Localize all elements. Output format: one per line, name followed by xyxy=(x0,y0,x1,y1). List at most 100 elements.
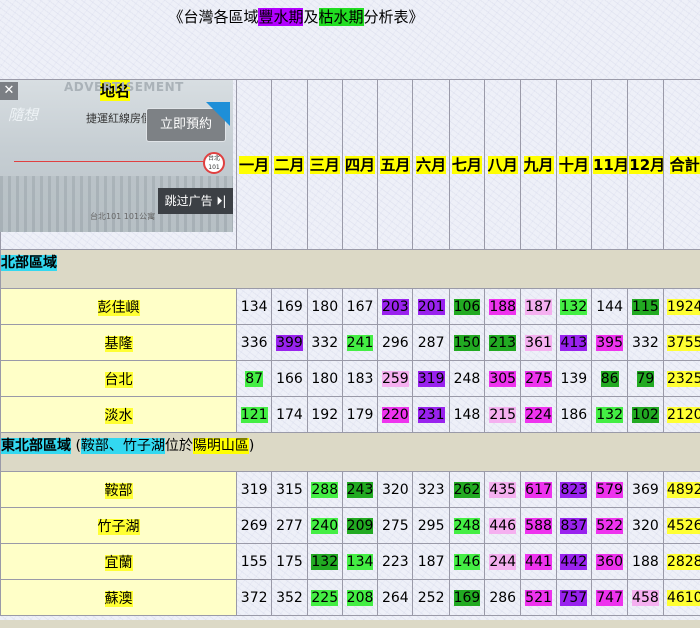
close-icon[interactable]: ✕ xyxy=(0,82,18,100)
rainfall-value-cell: 134 xyxy=(235,288,273,325)
station-name: 宜蘭 xyxy=(104,554,133,571)
rainfall-value-cell: 277 xyxy=(271,507,308,544)
rainfall-value-cell: 175 xyxy=(271,543,308,580)
rainfall-value-cell: 169 xyxy=(271,288,308,325)
rainfall-value-cell: 241 xyxy=(341,324,379,361)
rainfall-value-cell: 372 xyxy=(235,579,273,616)
table-row: 鞍部 319 315 288 243 320 323 262 435 617 823 579 369 48… xyxy=(0,471,700,508)
ad-101-badge: 台北 101 xyxy=(203,152,225,174)
rainfall-value-cell: 188 xyxy=(484,288,522,325)
rainfall-value-cell: 295 xyxy=(412,507,450,544)
rainfall-value-cell: 332 xyxy=(306,324,343,361)
table-row: 蘇澳 372 352 225 208 264 252 169 286 521 757 747 458 46… xyxy=(0,579,700,616)
rainfall-value-cell: 264 xyxy=(377,579,414,616)
rainfall-value-cell: 169 xyxy=(448,579,486,616)
rainfall-value-cell: 332 xyxy=(627,324,664,361)
table-row: 台北 87 166 180 183 259 319 248 305 275 139 86 79 2325 xyxy=(0,360,700,397)
month-header: 二月 xyxy=(271,79,308,250)
rainfall-value-cell: 296 xyxy=(377,324,414,361)
station-name: 彭佳嶼 xyxy=(97,299,140,316)
rainfall-value-cell: 413 xyxy=(555,324,592,361)
rainfall-value-cell: 106 xyxy=(448,288,486,325)
total-cell: 4892 xyxy=(662,471,700,508)
rainfall-value-cell: 248 xyxy=(448,360,486,397)
rainfall-value-cell: 823 xyxy=(555,471,592,508)
station-name: 淡水 xyxy=(104,407,133,424)
rainfall-value-cell: 248 xyxy=(448,507,486,544)
rainfall-value-cell: 244 xyxy=(484,543,522,580)
rainfall-value-cell: 336 xyxy=(235,324,273,361)
station-name: 台北 xyxy=(104,371,133,388)
rainfall-value-cell: 174 xyxy=(271,396,308,433)
rainfall-value-cell: 240 xyxy=(306,507,343,544)
rainfall-value-cell: 522 xyxy=(590,507,629,544)
station-name: 竹子湖 xyxy=(97,518,140,535)
rainfall-value-cell: 446 xyxy=(484,507,522,544)
month-header: 六月 xyxy=(412,79,450,250)
station-name: 蘇澳 xyxy=(104,590,133,607)
rainfall-value-cell: 275 xyxy=(520,360,557,397)
rainfall-value-cell: 86 xyxy=(590,360,629,397)
station-cell: 彭佳嶼 xyxy=(0,288,237,325)
rainfall-value-cell: 187 xyxy=(520,288,557,325)
ad-tagline: 捷運紅線房價 xyxy=(86,112,152,125)
rainfall-value-cell: 262 xyxy=(448,471,486,508)
month-header: 四月 xyxy=(341,79,379,250)
station-cell: 基隆 xyxy=(0,324,237,361)
total-cell: 3755 xyxy=(662,324,700,361)
rainfall-value-cell: 319 xyxy=(235,471,273,508)
month-header: 九月 xyxy=(520,79,557,250)
region-row: 北部區域 xyxy=(0,249,700,289)
rainfall-value-cell: 259 xyxy=(377,360,414,397)
rainfall-value-cell: 395 xyxy=(590,324,629,361)
total-cell: 2828 xyxy=(662,543,700,580)
rainfall-value-cell: 579 xyxy=(590,471,629,508)
dry-season-label: 枯水期 xyxy=(318,8,364,26)
advertisement-overlay[interactable]: 地名 ADVERTISEMENT ✕ 隨想 捷運紅線房價 立即預約 台北 101… xyxy=(0,80,233,232)
station-cell: 宜蘭 xyxy=(0,543,237,580)
wet-season-label: 豐水期 xyxy=(258,8,304,26)
rainfall-value-cell: 224 xyxy=(520,396,557,433)
total-cell: 4526 xyxy=(662,507,700,544)
region-name: 東北部區域 xyxy=(1,438,71,454)
station-cell: 台北 xyxy=(0,360,237,397)
month-header: 十月 xyxy=(555,79,592,250)
rainfall-value-cell: 188 xyxy=(627,543,664,580)
skip-ad-button[interactable]: 跳过广告 ⏵| xyxy=(158,188,233,214)
rainfall-value-cell: 209 xyxy=(341,507,379,544)
rainfall-value-cell: 352 xyxy=(271,579,308,616)
total-cell: 2325 xyxy=(662,360,700,397)
rainfall-value-cell: 186 xyxy=(555,396,592,433)
rainfall-value-cell: 132 xyxy=(306,543,343,580)
rainfall-value-cell: 837 xyxy=(555,507,592,544)
total-header: 合計 xyxy=(662,79,700,250)
region-header: 北部區域 xyxy=(0,249,700,289)
rainfall-value-cell: 148 xyxy=(448,396,486,433)
region-row: 東北部區域 (鞍部、竹子湖位於陽明山區) xyxy=(0,432,700,472)
station-name: 鞍部 xyxy=(104,482,133,499)
rainfall-value-cell: 288 xyxy=(306,471,343,508)
month-header: 一月 xyxy=(235,79,273,250)
station-name: 基隆 xyxy=(104,335,133,352)
month-header: 12月 xyxy=(627,79,664,250)
rainfall-value-cell: 180 xyxy=(306,360,343,397)
rainfall-value-cell: 369 xyxy=(627,471,664,508)
rainfall-value-cell: 757 xyxy=(555,579,592,616)
rainfall-value-cell: 132 xyxy=(555,288,592,325)
ad-label: ADVERTISEMENT xyxy=(64,80,184,94)
month-header: 七月 xyxy=(448,79,486,250)
next-region-row-partial xyxy=(0,620,700,628)
rainfall-value-cell: 208 xyxy=(341,579,379,616)
total-cell: 4610 xyxy=(662,579,700,616)
ad-footer-text: 台北101 101公寓 xyxy=(90,212,156,221)
rainfall-value-cell: 220 xyxy=(377,396,414,433)
rainfall-value-cell: 441 xyxy=(520,543,557,580)
rainfall-value-cell: 360 xyxy=(590,543,629,580)
rainfall-value-cell: 223 xyxy=(377,543,414,580)
rainfall-value-cell: 183 xyxy=(341,360,379,397)
table-row: 基隆 336 399 332 241 296 287 150 213 361 413 395 332 37… xyxy=(0,324,700,361)
table-row: 彭佳嶼 134 169 180 167 203 201 106 188 187 132 144 115 1… xyxy=(0,288,700,325)
rainfall-value-cell: 146 xyxy=(448,543,486,580)
rainfall-value-cell: 588 xyxy=(520,507,557,544)
station-cell: 竹子湖 xyxy=(0,507,237,544)
